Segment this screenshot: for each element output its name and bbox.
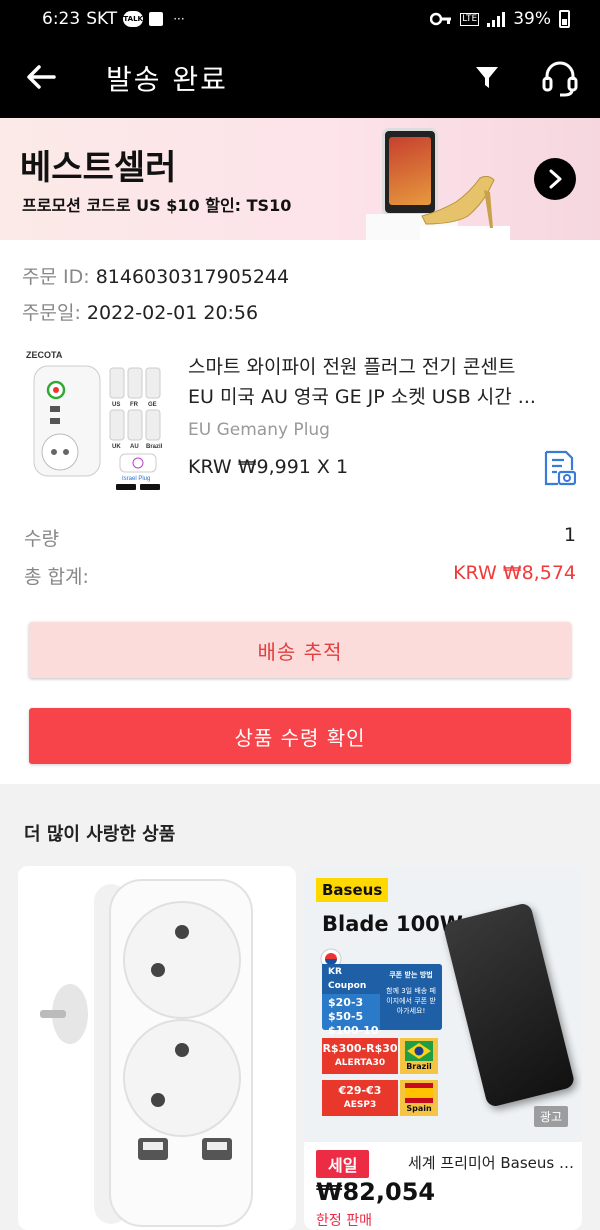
socket-product-image (40, 879, 253, 1227)
chevron-right-icon[interactable] (534, 158, 576, 200)
ad-product-title: 세계 프리미어 Baseus 100W 파워뱅크 (408, 1154, 576, 1172)
promo-country: Brazil (406, 1062, 432, 1071)
status-bar: 6:23 SKT TALK ··· LTE 39% (0, 0, 600, 38)
coupon-info-title: 쿠폰 받는 방법 (389, 971, 433, 979)
product-title-line1: 스마트 와이파이 전원 플러그 전기 콘센트 (188, 356, 516, 378)
order-date-label: 주문일: (22, 302, 87, 324)
order-date-value: 2022-02-01 20:56 (86, 302, 259, 324)
ad-image: Baseus Blade 100W KR Coupon $20-3 $50-5 … (304, 866, 582, 1142)
total-label: 총 합계: (24, 566, 89, 588)
confirm-receipt-button[interactable]: 상품 수령 확인 (29, 708, 571, 764)
powerbank-image (442, 901, 576, 1109)
quantity-label: 수량 (24, 528, 59, 550)
product-price: KRW ₩9,991 X 1 (188, 456, 349, 478)
limited-sale-label: 한정 판매 (316, 1213, 372, 1229)
product-variant: EU Gemany Plug (188, 420, 330, 440)
high-heel-image (421, 175, 495, 228)
promo-amount: €29-€3 (338, 1084, 382, 1097)
quantity-value: 1 (563, 524, 576, 546)
kakaotalk-icon: TALK (123, 11, 144, 27)
notification-icon (149, 12, 164, 26)
key-icon (430, 12, 452, 26)
order-card: 주문 ID: 8146030317905244 주문일: 2022-02-01 … (0, 240, 600, 784)
headset-icon[interactable] (540, 58, 580, 98)
promo-spain: €29-€3 AESP3 (322, 1080, 398, 1116)
banner-title: 베스트셀러 (20, 148, 177, 188)
total-row: 총 합계: KRW ₩8,574 (24, 562, 576, 589)
thumb-label: Brazil (146, 444, 163, 450)
spain-flag-icon: Spain (400, 1080, 438, 1116)
thumb-label: UK (112, 444, 121, 450)
page-title: 발송 완료 (106, 63, 228, 96)
total-value: KRW ₩8,574 (453, 562, 576, 584)
promo-brazil: R$300-R$30 ALERTA30 (322, 1038, 398, 1074)
brazil-flag-icon: Brazil (400, 1038, 438, 1074)
brand-logo: Baseus (316, 878, 389, 902)
section-title: 더 많이 사랑한 상품 (24, 824, 176, 845)
promo-amount: R$300-R$30 (322, 1042, 398, 1055)
ad-headline: Blade 100W (322, 912, 463, 936)
status-time: 6:23 (42, 9, 81, 29)
ad-badge: 광고 (533, 1106, 568, 1127)
thumb-label: US (112, 402, 120, 408)
app-header: 발송 완료 (0, 38, 600, 118)
battery-icon (559, 10, 570, 28)
promo-banner[interactable]: 베스트셀러 프로모션 코드로 US $10 할인: TS10 (0, 118, 600, 240)
promo-code: ALERTA30 (334, 1058, 386, 1068)
status-carrier: SKT (86, 9, 118, 29)
order-id: 주문 ID: 8146030317905244 (22, 262, 289, 289)
coupon-info: 쿠폰 받는 방법 함께 3일 배송 페이지에서 쿠폰 받아가세요! (380, 964, 442, 1030)
promo-code: AESP3 (343, 1100, 377, 1110)
filter-icon[interactable] (474, 64, 500, 90)
battery-percent: 39% (513, 9, 551, 29)
network-type: LTE (460, 12, 480, 26)
pedestal-image (420, 226, 510, 240)
sale-badge: 세일 (316, 1150, 370, 1178)
ad-product-price: ₩82,054 (316, 1178, 436, 1206)
quantity-row: 수량 1 (24, 524, 576, 551)
photo-review-icon[interactable] (542, 450, 576, 486)
product-title-line2: EU 미국 AU 영국 GE JP 소켓 USB 시간 ... (188, 386, 536, 408)
back-arrow-icon[interactable] (24, 60, 58, 94)
product-thumbnail[interactable]: ZECOTA US FR GE UK AU Brazil Israel Plug (24, 344, 170, 496)
ad-product-card[interactable]: Baseus Blade 100W KR Coupon $20-3 $50-5 … (304, 866, 582, 1230)
coupon-title: KR Coupon (322, 964, 380, 994)
thumb-label: FR (130, 402, 139, 408)
order-id-value: 8146030317905244 (95, 266, 290, 288)
thumb-label: GE (148, 402, 157, 408)
promo-country: Spain (406, 1104, 432, 1113)
order-date: 주문일: 2022-02-01 20:56 (22, 298, 258, 325)
coupon-info-text: 함께 3일 배송 페이지에서 쿠폰 받아가세요! (386, 987, 436, 1015)
track-shipment-button[interactable]: 배송 추적 (29, 622, 571, 678)
thumb-label: AU (130, 444, 139, 450)
thumb-caption: Israel Plug (122, 476, 150, 482)
product-card[interactable] (18, 866, 296, 1230)
banner-subtitle: 프로모션 코드로 US $10 할인: TS10 (22, 196, 292, 215)
more-notifications-icon: ··· (173, 12, 185, 26)
thumb-brand: ZECOTA (26, 350, 63, 360)
signal-icon (487, 11, 506, 27)
product-title[interactable]: 스마트 와이파이 전원 플러그 전기 콘센트 EU 미국 AU 영국 GE JP… (188, 352, 578, 412)
order-id-label: 주문 ID: (22, 266, 96, 288)
